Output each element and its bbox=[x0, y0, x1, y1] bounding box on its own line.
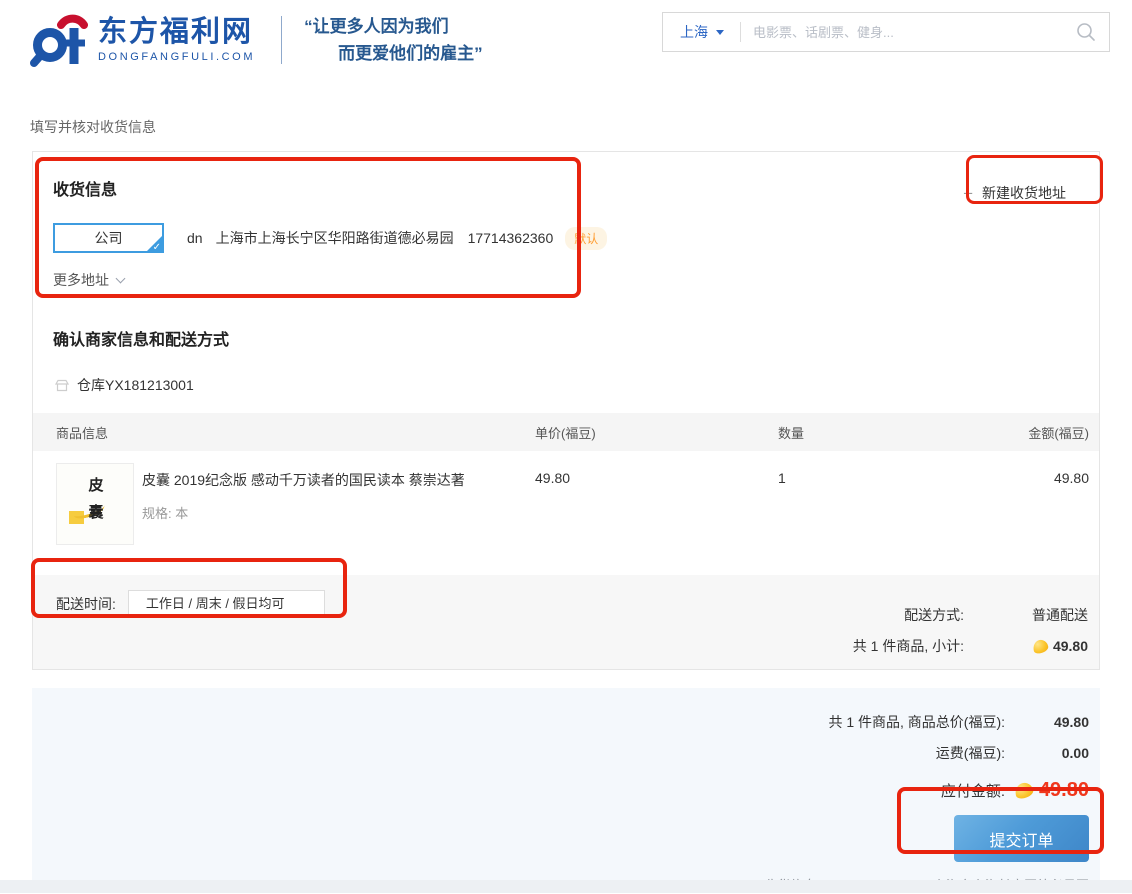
address-type-button[interactable]: 公司 ✓ bbox=[53, 223, 164, 253]
page-title: 填写并核对收货信息 bbox=[30, 117, 1132, 137]
city-label: 上海 bbox=[680, 22, 708, 42]
payable-label: 应付金额: bbox=[941, 780, 1005, 801]
subtotal-value: 49.80 bbox=[1053, 638, 1088, 654]
warehouse-label: 仓库YX181213001 bbox=[77, 375, 194, 395]
default-badge: 默认 bbox=[565, 227, 607, 250]
search-bar: 上海 bbox=[662, 12, 1110, 52]
more-addresses-label: 更多地址 bbox=[53, 270, 109, 290]
warehouse-row: 仓库YX181213001 bbox=[55, 375, 1099, 395]
product-spec: 规格: 本 bbox=[142, 503, 465, 522]
order-table: 商品信息 单价(福豆) 数量 金额(福豆) 皮囊 皮囊 2019纪念版 感动千万… bbox=[33, 413, 1099, 555]
search-input[interactable] bbox=[741, 25, 1076, 40]
slogan-line-2: 而更爱他们的雇主” bbox=[304, 40, 483, 67]
col-unit-price: 单价(福豆) bbox=[535, 423, 778, 442]
product-cover-text: 皮囊 bbox=[85, 477, 106, 531]
plus-icon: + bbox=[963, 185, 973, 202]
total-label: 共 1 件商品, 商品总价(福豆): bbox=[828, 712, 1005, 732]
col-amount: 金额(福豆) bbox=[978, 423, 1099, 442]
delivery-section: 配送时间: 工作日 / 周末 / 假日均可 配送方式: 普通配送 共 1 件商品… bbox=[33, 575, 1099, 669]
address-text: 上海市上海长宁区华阳路街道德必易园 bbox=[216, 228, 454, 248]
total-value: 49.80 bbox=[1005, 714, 1089, 730]
chevron-down-icon bbox=[116, 273, 126, 283]
header-divider bbox=[281, 16, 282, 64]
fudou-bean-icon bbox=[1032, 638, 1050, 654]
shipping-fee-value: 0.00 bbox=[1005, 745, 1089, 761]
city-selector[interactable]: 上海 bbox=[663, 22, 740, 42]
delivery-time-select[interactable]: 工作日 / 周末 / 假日均可 bbox=[128, 590, 325, 618]
amount-value: 49.80 bbox=[978, 463, 1099, 486]
subtotal-label: 共 1 件商品, 小计: bbox=[853, 636, 964, 656]
brand-slogan: “让更多人因为我们 而更爱他们的雇主” bbox=[304, 13, 483, 67]
col-quantity: 数量 bbox=[778, 423, 978, 442]
delivery-time-label: 配送时间: bbox=[56, 594, 116, 614]
col-product: 商品信息 bbox=[33, 423, 535, 442]
submit-order-button[interactable]: 提交订单 bbox=[954, 815, 1089, 862]
slogan-line-1: “让更多人因为我们 bbox=[304, 13, 483, 40]
site-header: 东方福利网 DONGFANGFULI.COM “让更多人因为我们 而更爱他们的雇… bbox=[0, 0, 1132, 90]
fudou-bean-icon bbox=[1013, 781, 1034, 800]
logo[interactable]: 东方福利网 DONGFANGFULI.COM bbox=[30, 12, 255, 68]
shop-icon bbox=[55, 379, 69, 392]
quantity-value: 1 bbox=[778, 463, 978, 486]
delivery-method-label: 配送方式: bbox=[904, 605, 964, 625]
new-address-button[interactable]: + 新建收货地址 bbox=[957, 182, 1072, 204]
table-row: 皮囊 皮囊 2019纪念版 感动千万读者的国民读本 蔡崇达著 规格: 本 49.… bbox=[33, 451, 1099, 555]
unit-price-value: 49.80 bbox=[535, 463, 778, 486]
search-icon[interactable] bbox=[1076, 22, 1096, 42]
more-addresses-toggle[interactable]: 更多地址 bbox=[53, 270, 124, 290]
address-row: 公司 ✓ dn 上海市上海长宁区华阳路街道德必易园 17714362360 默认 bbox=[53, 223, 1099, 253]
page-footer-strip bbox=[0, 880, 1132, 893]
delivery-method-value: 普通配送 bbox=[964, 605, 1088, 625]
shipping-fee-label: 运费(福豆): bbox=[936, 743, 1005, 763]
address-tag-label: 公司 bbox=[95, 230, 123, 246]
product-image[interactable]: 皮囊 bbox=[56, 463, 134, 545]
order-summary: 共 1 件商品, 商品总价(福豆): 49.80 运费(福豆): 0.00 应付… bbox=[32, 688, 1100, 888]
shipping-section-title: 收货信息 bbox=[53, 176, 1099, 200]
product-title[interactable]: 皮囊 2019纪念版 感动千万读者的国民读本 蔡崇达著 bbox=[142, 470, 465, 490]
phone-number: 17714362360 bbox=[468, 230, 554, 246]
brand-logo-icon bbox=[30, 12, 88, 68]
recipient-name: dn bbox=[187, 230, 203, 246]
payable-value: 49.80 bbox=[1039, 779, 1089, 802]
table-header-row: 商品信息 单价(福豆) 数量 金额(福豆) bbox=[33, 413, 1099, 451]
new-address-label: 新建收货地址 bbox=[982, 183, 1066, 203]
merchant-section-title: 确认商家信息和配送方式 bbox=[53, 326, 1099, 350]
chevron-down-icon bbox=[716, 30, 724, 35]
brand-domain: DONGFANGFULI.COM bbox=[98, 51, 255, 63]
check-icon: ✓ bbox=[153, 242, 161, 253]
brand-name: 东方福利网 bbox=[98, 17, 255, 47]
checkout-card: 收货信息 + 新建收货地址 公司 ✓ dn 上海市上海长宁区华阳路街道德必易园 … bbox=[32, 151, 1100, 670]
